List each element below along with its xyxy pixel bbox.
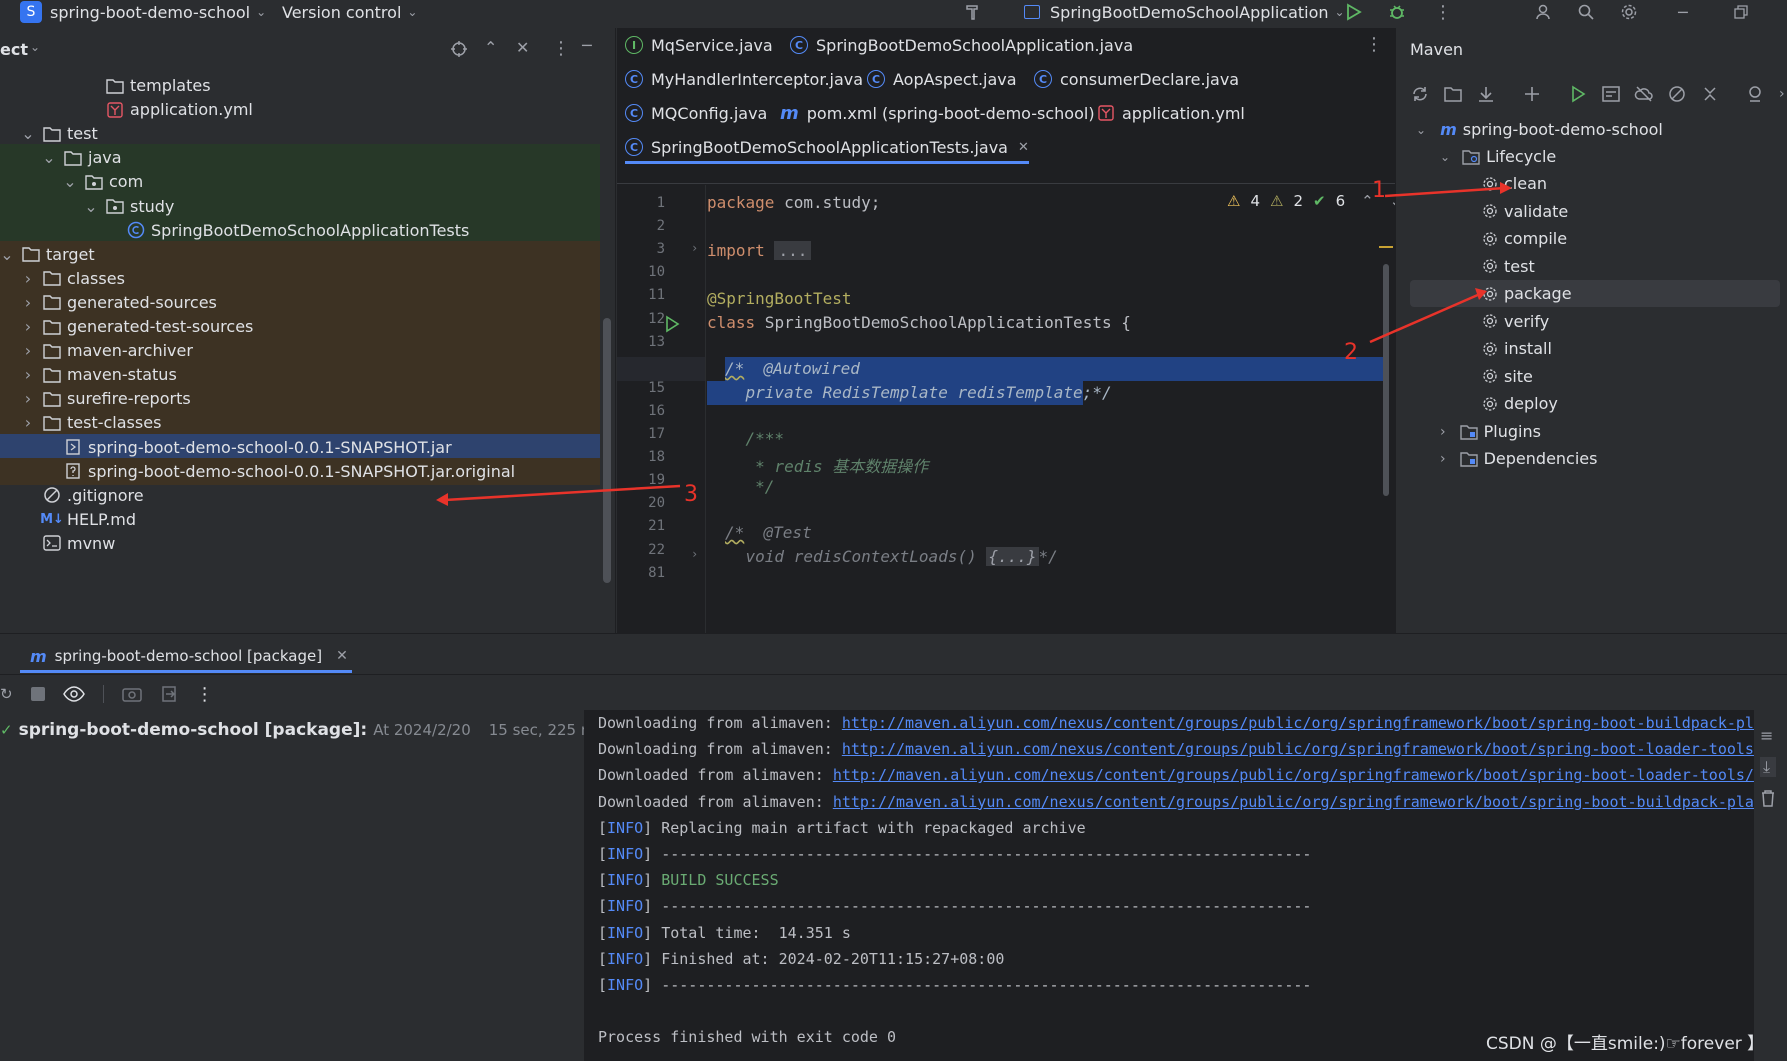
arrow-3 <box>444 484 681 502</box>
arrow-3-head <box>436 493 448 506</box>
annotation-label-2: 2 <box>1344 340 1358 365</box>
arrow-2-head <box>1475 288 1487 300</box>
annotation-arrows <box>436 182 1512 506</box>
annotation-label-1: 1 <box>1372 178 1386 203</box>
watermark: CSDN @【一直smile:)☞forever 】 <box>1486 1034 1765 1054</box>
arrow-1-head <box>1500 182 1512 194</box>
annotation-label-3: 3 <box>684 482 698 507</box>
arrow-2 <box>1369 292 1481 344</box>
arrow-1 <box>1384 186 1506 198</box>
